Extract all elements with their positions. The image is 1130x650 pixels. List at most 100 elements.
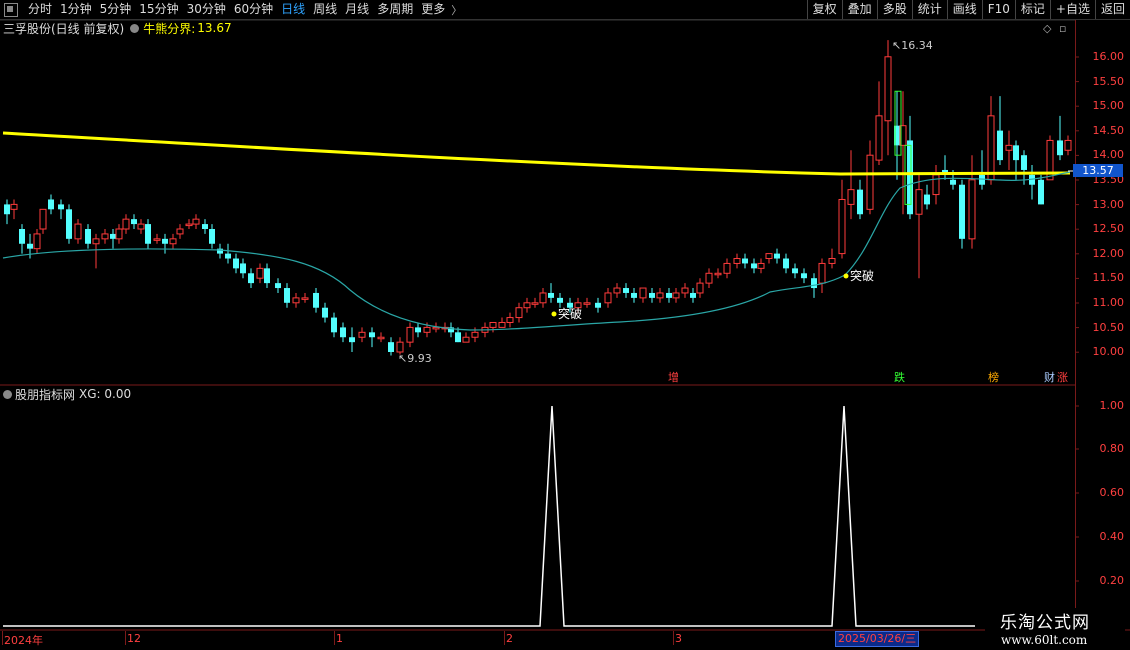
candle-up (639, 287, 647, 299)
candle-up (10, 203, 18, 210)
watermark: 乐淘公式网 www.60lt.com (985, 608, 1125, 650)
candle-up (765, 253, 773, 260)
candle-down (85, 229, 91, 244)
candle-down (979, 174, 985, 185)
high-price-label: ↖16.34 (892, 39, 933, 52)
candle-down (742, 258, 748, 264)
right-axis-line (1075, 20, 1076, 630)
candle-up (462, 336, 470, 343)
candle-down (557, 297, 563, 303)
candle-down (48, 199, 54, 210)
candle-down (248, 273, 254, 284)
y-tick-sub: 0.40 (1099, 530, 1125, 543)
y-tick-main: 11.50 (1092, 271, 1125, 285)
y-tick-main: 12.50 (1092, 222, 1125, 236)
date-cursor: 2025/03/26/三 (835, 631, 920, 647)
candle-up (583, 302, 591, 305)
candle-down (331, 317, 337, 333)
candle-down (649, 292, 655, 298)
candle-down (58, 204, 64, 210)
candle-down (907, 140, 913, 215)
candle-up (423, 326, 431, 333)
candle-down (233, 258, 239, 269)
sub-indicator-settings-icon[interactable] (3, 389, 12, 399)
candle-down (131, 219, 137, 225)
y-tick-main: 12.00 (1092, 246, 1125, 260)
date-tick (125, 631, 126, 645)
candle-down (997, 130, 1003, 161)
candle-down (264, 268, 270, 284)
y-tick-main: 14.50 (1092, 123, 1125, 137)
date-tick (673, 631, 674, 645)
candle-down (4, 204, 10, 215)
low-price-label: ↖9.93 (398, 352, 432, 365)
date-tick (334, 631, 335, 645)
candle-up (723, 262, 731, 274)
candle-up (176, 228, 184, 235)
candle-up (523, 302, 531, 309)
candle-up (613, 287, 621, 294)
candle-up (828, 258, 836, 264)
signal-dot (843, 273, 849, 279)
candle-down (811, 278, 817, 289)
sub-indicator-xg: XG: 0.00 (79, 387, 132, 401)
candle-up (192, 218, 200, 225)
date-label: 2024年 (4, 634, 43, 647)
candle-up (358, 331, 366, 338)
candle-up (101, 233, 109, 240)
candle-up (33, 233, 41, 250)
candle-down (1038, 179, 1044, 205)
kline-chart[interactable]: 突破突破↖16.34↖9.93增跌榜财涨 (0, 0, 1130, 650)
current-price-box: 13.57 (1073, 164, 1123, 177)
y-tick-main: 14.00 (1092, 148, 1125, 162)
candle-up (757, 262, 765, 269)
candle-down (783, 258, 789, 269)
candle-down (240, 263, 246, 274)
candle-up (377, 336, 385, 340)
candle-down (162, 238, 168, 244)
y-tick-main: 10.00 (1092, 345, 1125, 359)
candle-up (884, 56, 892, 122)
candle-down (225, 253, 231, 259)
event-label: 榜 (988, 370, 999, 384)
watermark-url: www.60lt.com (1001, 633, 1088, 647)
candle-down (284, 288, 290, 303)
date-label: 12 (127, 632, 141, 645)
date-label: 2 (506, 632, 513, 645)
candle-down (349, 337, 355, 343)
y-tick-sub: 0.80 (1099, 442, 1125, 455)
candle-up (137, 223, 145, 230)
candle-down (595, 302, 601, 308)
y-tick-main: 15.50 (1092, 74, 1125, 88)
candle-up (406, 326, 414, 343)
candle-up (256, 267, 264, 279)
candle-up (672, 292, 680, 299)
event-label: 增 (668, 370, 679, 384)
candle-down (690, 292, 696, 298)
candle-up (1064, 139, 1072, 151)
candle-up (122, 218, 130, 230)
candle-up (185, 223, 193, 227)
candle-up (656, 292, 664, 299)
candle-up (471, 331, 479, 338)
candle-down (1013, 145, 1019, 161)
event-label: 财 (1044, 370, 1055, 384)
sub-chart-header: 股朋指标网 XG: 0.00 (3, 387, 132, 402)
candle-down (369, 332, 375, 338)
candle-up (169, 238, 177, 245)
signal-label: 突破 (850, 268, 874, 283)
candle-up (987, 115, 995, 181)
y-tick-sub: 0.60 (1099, 486, 1125, 499)
candle-up (968, 179, 976, 240)
candle-down (792, 268, 798, 274)
candle-down (110, 233, 116, 239)
candle-down (1057, 140, 1063, 156)
candle-up (838, 198, 846, 255)
y-tick-main: 13.00 (1092, 197, 1125, 211)
candle-down (623, 288, 629, 293)
candle-down (202, 224, 208, 229)
y-tick-sub: 0.20 (1099, 574, 1125, 587)
candle-down (145, 224, 151, 244)
candle-up (818, 262, 826, 284)
candle-down (209, 229, 215, 244)
